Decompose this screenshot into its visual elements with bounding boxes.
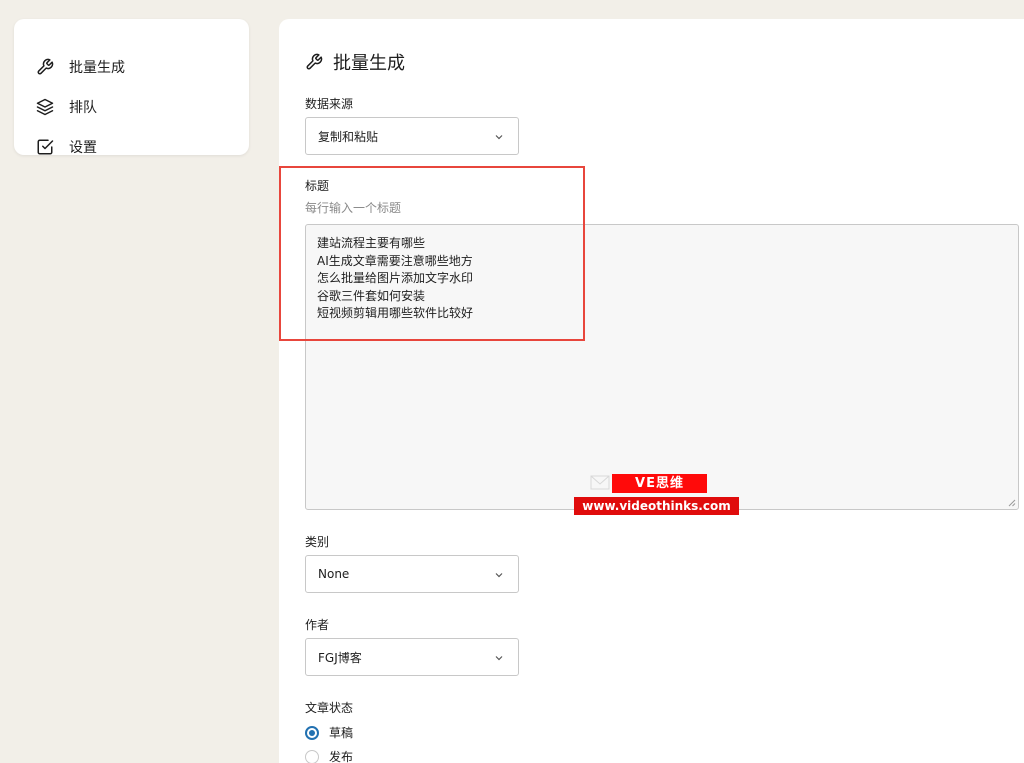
data-source-value: 复制和粘贴	[318, 129, 379, 144]
data-source-select[interactable]: 复制和粘贴	[305, 117, 519, 155]
sidebar-item-label: 排队	[69, 100, 97, 116]
sidebar-item-label: 设置	[69, 140, 97, 156]
wrench-icon	[36, 58, 54, 76]
radio-unchecked-icon[interactable]	[305, 749, 319, 763]
resize-handle-icon[interactable]	[1007, 498, 1016, 507]
title-line: 建站流程主要有哪些	[317, 236, 426, 250]
author-select[interactable]: FGJ博客	[305, 638, 519, 676]
chevron-down-icon	[494, 132, 504, 142]
envelope-icon	[590, 475, 610, 490]
sidebar: 批量生成 排队 设置	[14, 19, 249, 158]
sidebar-item-label: 批量生成	[69, 60, 125, 76]
sidebar-item-batch-generate[interactable]: 批量生成	[36, 56, 125, 78]
chevron-down-icon	[494, 570, 504, 580]
titles-help-text: 每行输入一个标题	[305, 201, 402, 215]
title-line: 短视频剪辑用哪些软件比较好	[317, 306, 474, 320]
author-value: FGJ博客	[318, 650, 362, 665]
radio-checked-icon[interactable]	[305, 725, 319, 740]
author-label: 作者	[305, 618, 330, 632]
radio-label: 发布	[329, 750, 354, 763]
titles-textarea[interactable]: 建站流程主要有哪些 AI生成文章需要注意哪些地方 怎么批量给图片添加文字水印 谷…	[305, 224, 1019, 510]
title-line: 怎么批量给图片添加文字水印	[317, 271, 474, 285]
wrench-icon	[305, 53, 323, 71]
titles-label: 标题	[305, 179, 330, 193]
category-value: None	[318, 567, 350, 581]
chevron-down-icon	[494, 653, 504, 663]
watermark-brand: VE思维	[612, 474, 707, 493]
page-title-text: 批量生成	[333, 53, 405, 74]
sidebar-item-settings[interactable]: 设置	[36, 136, 97, 158]
category-label: 类别	[305, 535, 330, 549]
watermark-url: www.videothinks.com	[574, 497, 739, 515]
post-status-option-publish[interactable]: 发布	[305, 748, 353, 763]
post-status-option-draft[interactable]: 草稿	[305, 724, 353, 741]
sidebar-item-queue[interactable]: 排队	[36, 96, 97, 118]
category-select[interactable]: None	[305, 555, 519, 593]
page-title: 批量生成	[305, 49, 405, 75]
title-line: AI生成文章需要注意哪些地方	[317, 253, 473, 268]
checkbox-icon	[36, 138, 54, 156]
page: 批量生成 排队 设置 批量生成 数据来源 复制和粘贴 标题 每行输入一个标题 建…	[0, 0, 1024, 763]
layers-icon	[36, 98, 54, 116]
radio-label: 草稿	[329, 726, 354, 740]
title-line: 谷歌三件套如何安装	[317, 288, 426, 303]
data-source-label: 数据来源	[305, 97, 354, 111]
post-status-label: 文章状态	[305, 701, 354, 715]
main-panel: 批量生成 数据来源 复制和粘贴 标题 每行输入一个标题 建站流程主要有哪些 AI…	[279, 19, 1024, 763]
